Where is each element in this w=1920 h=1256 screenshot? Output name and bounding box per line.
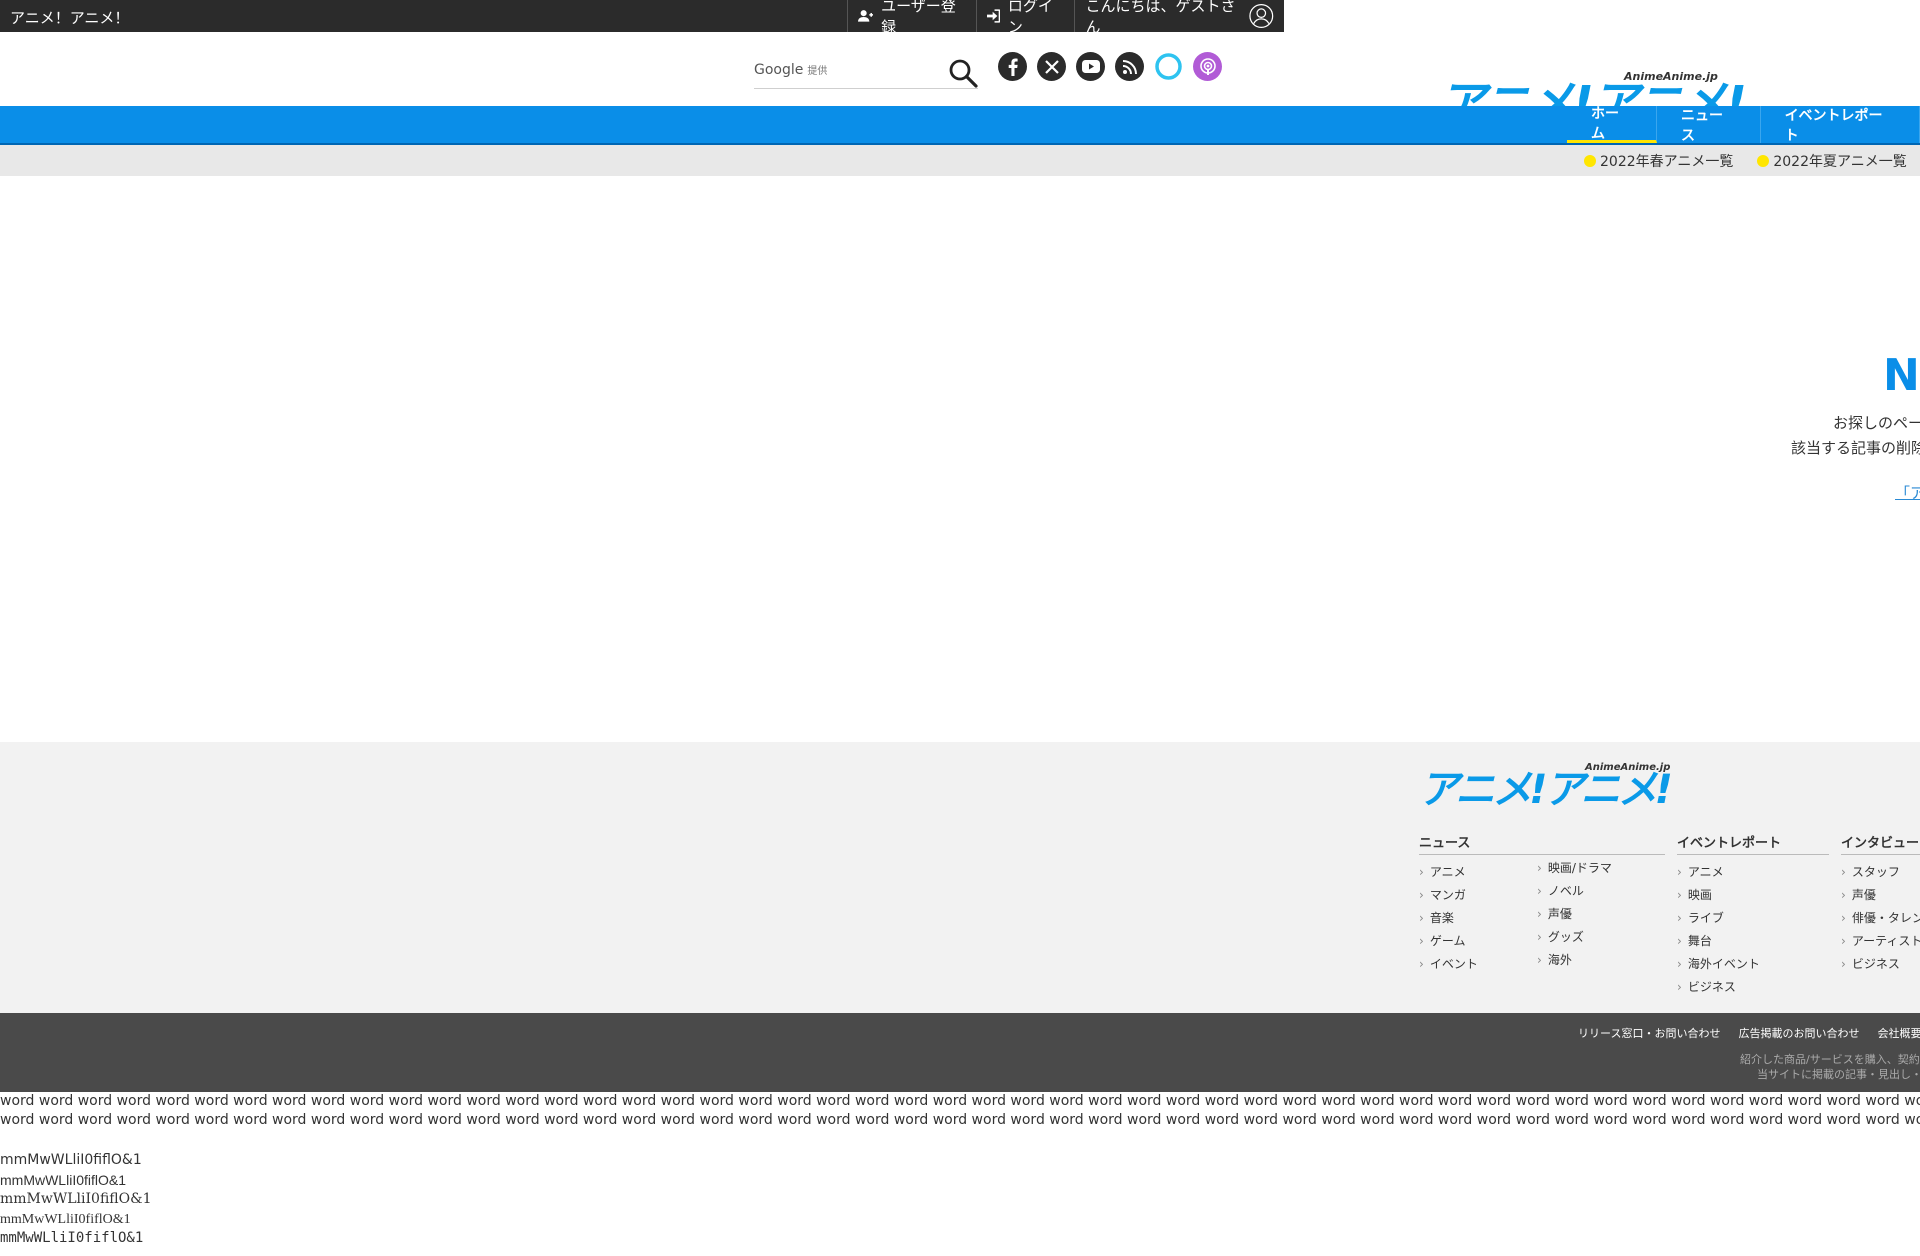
main-nav: ホーム ニュース イベントレポート (0, 106, 1920, 145)
footer-link[interactable]: アーティスト (1841, 930, 1920, 953)
x-icon[interactable] (1037, 52, 1066, 81)
footer-column: イベントレポートアニメ映画ライブ舞台海外イベントビジネス (1677, 832, 1829, 999)
font-samples: mmMwWLliI0fiflO&1 mmMwWLliI0fiflO&1 mmMw… (0, 1151, 151, 1249)
footer-links: リリース窓口・お問い合わせ 広告掲載のお問い合わせ 会社概要 (1578, 1025, 1920, 1041)
alexa-icon[interactable] (1154, 52, 1183, 81)
footer-link[interactable]: 舞台 (1677, 930, 1829, 953)
season-links: 2022年春アニメ一覧 2022年夏アニメ一覧 (1584, 151, 1907, 171)
season-bar: 2022年春アニメ一覧 2022年夏アニメ一覧 (0, 145, 1920, 176)
nav-items: ホーム ニュース イベントレポート (1567, 106, 1920, 144)
footer-link[interactable]: 声優 (1537, 903, 1612, 926)
not-found-title: N (1883, 350, 1920, 401)
word-line-1: word word word word word word word word … (0, 1093, 1920, 1109)
footer-bottom-link[interactable]: 広告掲載のお問い合わせ (1738, 1025, 1859, 1041)
footer-link[interactable]: 海外 (1537, 949, 1612, 972)
footer-link[interactable]: ライブ (1677, 907, 1829, 930)
footer-column-title[interactable]: インタビュー (1841, 832, 1920, 855)
podcast-icon[interactable] (1193, 52, 1222, 81)
footer-column-title[interactable] (1537, 832, 1612, 851)
footer-link-list: スタッフ声優俳優・タレンアーティストビジネス (1841, 861, 1920, 976)
footer-link[interactable]: 俳優・タレン (1841, 907, 1920, 930)
footer-link-list: 映画/ドラマノベル声優グッズ海外 (1537, 857, 1612, 972)
register-button[interactable]: ユーザー登録 (847, 0, 976, 36)
footer-column: 映画/ドラマノベル声優グッズ海外 (1537, 832, 1612, 972)
rss-icon[interactable] (1115, 52, 1144, 81)
word-test: word word word word word word word word … (0, 1092, 1920, 1130)
search-provider: Google 提供 (754, 62, 828, 78)
bullet-icon (1584, 155, 1596, 167)
footer-link[interactable]: ノベル (1537, 880, 1612, 903)
footer-link[interactable]: 海外イベント (1677, 953, 1829, 976)
login-button[interactable]: ログイン (975, 0, 1075, 36)
footer: AnimeAnime.jp アニメ!アニメ! ニュースアニメマンガ音楽ゲームイベ… (0, 742, 1920, 1013)
greeting[interactable]: こんにちは、ゲストさん (1074, 0, 1284, 36)
footer-link[interactable]: ビジネス (1677, 976, 1829, 999)
footer-bottom-link[interactable]: リリース窓口・お問い合わせ (1578, 1025, 1720, 1041)
not-found-message: お探しのペー (1833, 414, 1920, 432)
bullet-icon (1757, 155, 1770, 167)
font-sample: mmMwWLliI0fiflO&1 (0, 1171, 127, 1188)
facebook-icon[interactable] (998, 52, 1027, 81)
footer-link[interactable]: 声優 (1841, 884, 1920, 907)
top-bar: アニメ！アニメ！ ユーザー登録 ログイン こんにちは、ゲストさん (0, 0, 1284, 36)
header: Google提供 AnimeAnime.jp アニメ!アニメ! iid (0, 32, 1920, 128)
footer-link[interactable]: 映画/ドラマ (1537, 857, 1612, 880)
not-found-detail: 該当する記事の削除 (1791, 439, 1920, 457)
season-link[interactable]: 2022年春アニメ一覧 (1584, 151, 1733, 171)
word-line-2: word word word word word word word word … (0, 1112, 1920, 1128)
season-link-label: 2022年夏アニメ一覧 (1773, 154, 1907, 170)
youtube-icon[interactable] (1076, 52, 1105, 81)
footer-bottom-link[interactable]: 会社概要 (1877, 1025, 1920, 1041)
season-link-label: 2022年春アニメ一覧 (1600, 154, 1734, 170)
site-name[interactable]: アニメ！アニメ！ (10, 7, 129, 28)
avatar-icon (1249, 4, 1274, 28)
footer-link[interactable]: グッズ (1537, 926, 1612, 949)
footer-link[interactable]: 映画 (1677, 884, 1829, 907)
footer-column-title[interactable]: イベントレポート (1677, 832, 1829, 855)
footer-logo-text: アニメ!アニメ! (1419, 767, 1673, 813)
font-sample: mmMwWLliI0fiflO&1 (0, 1211, 131, 1227)
footer-note-2: 当サイトに掲載の記事・見出し・ (1757, 1068, 1920, 1081)
season-link[interactable]: 2022年夏アニメ一覧 (1757, 151, 1907, 171)
nav-item[interactable]: イベントレポート (1761, 106, 1920, 144)
footer-column: インタビュースタッフ声優俳優・タレンアーティストビジネス (1841, 832, 1920, 976)
sign-in-icon (986, 9, 1000, 23)
footer-logo[interactable]: AnimeAnime.jp アニメ!アニメ! (1419, 762, 1679, 812)
top-page-link[interactable]: 「ア (1895, 482, 1920, 503)
search-icon[interactable] (948, 58, 978, 88)
footer-link[interactable]: アニメ (1677, 861, 1829, 884)
footer-bottom-bar: リリース窓口・お問い合わせ 広告掲載のお問い合わせ 会社概要 紹介した商品/サービス… (0, 1013, 1920, 1092)
footer-link[interactable]: スタッフ (1841, 861, 1920, 884)
user-plus-icon (858, 10, 874, 22)
font-sample: mmMwWLliI0fiflO&1 (0, 1152, 142, 1168)
nav-item[interactable]: ニュース (1657, 106, 1761, 144)
social-links (998, 52, 1222, 81)
footer-note-1: 紹介した商品/サービスを購入、契約 (1740, 1053, 1920, 1066)
search-box[interactable]: Google 提供 (754, 56, 978, 89)
font-sample: mmMwWLliI0fiflO&1 (0, 1230, 144, 1246)
footer-link[interactable]: ビジネス (1841, 953, 1920, 976)
footer-link-list: アニメ映画ライブ舞台海外イベントビジネス (1677, 861, 1829, 999)
font-sample: mmMwWLliI0fiflO&1 (0, 1191, 152, 1207)
top-actions: ユーザー登録 ログイン こんにちは、ゲストさん (847, 0, 1284, 36)
nav-item[interactable]: ホーム (1567, 106, 1658, 143)
